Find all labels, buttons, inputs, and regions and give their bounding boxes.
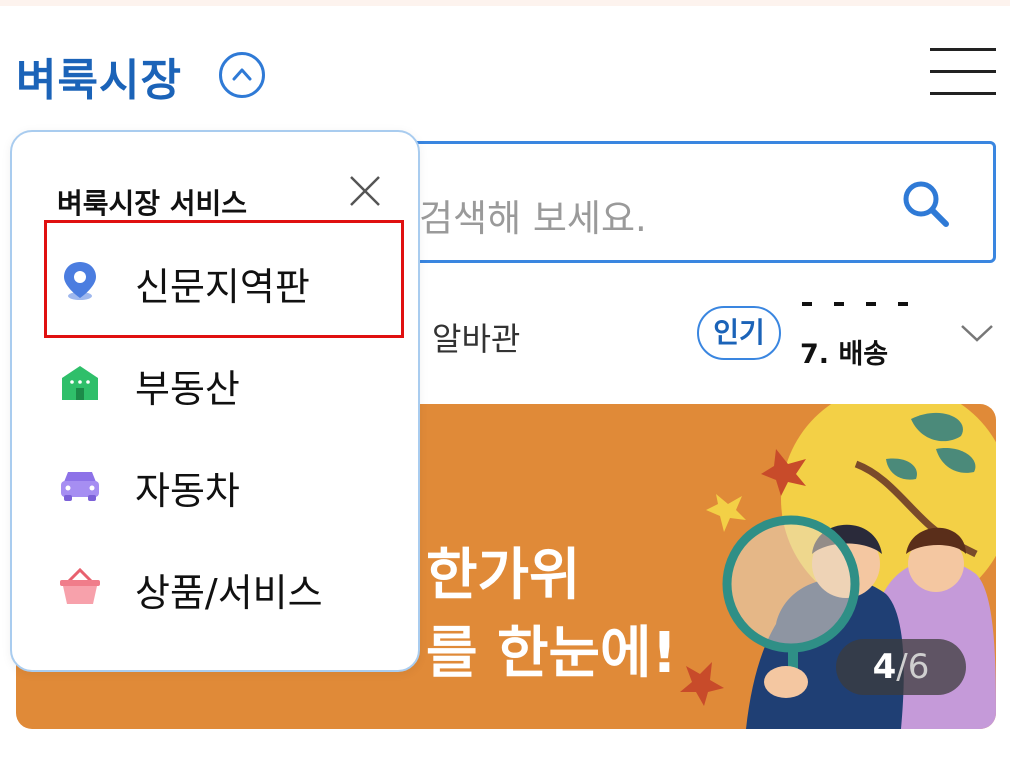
popular-rank-item[interactable]: 7. 배송 [800,332,888,371]
basket-icon [60,567,100,604]
house-icon [62,366,98,400]
service-item-label: 상품/서비스 [135,571,323,615]
service-dropdown: 벼룩시장 서비스 신문지역판 부동산 자동차 상품/서비스 [10,130,420,672]
chevron-down-icon[interactable] [960,322,994,344]
dropdown-title: 벼룩시장 서비스 [57,187,248,220]
close-icon[interactable] [348,174,382,208]
service-item-car[interactable]: 자동차 [42,448,412,520]
banner-pager: 4/6 [836,639,966,695]
search-icon[interactable] [900,178,952,230]
banner-subheadline: 를 한눈에! [426,621,678,686]
selection-highlight [44,220,404,338]
pager-current: 4 [872,647,897,687]
service-item-label: 자동차 [135,469,240,513]
search-placeholder: 검색해 보세요. [419,197,647,240]
brand-logo[interactable]: 벼룩시장 [16,44,182,108]
pager-separator: / [896,647,908,687]
search-input[interactable]: 검색해 보세요. [320,141,996,263]
service-item-real-estate[interactable]: 부동산 [42,346,412,418]
keyword-item[interactable]: 알바관 [432,314,520,360]
pager-total: 6 [907,647,930,687]
rank-scroll-fragment [800,302,920,306]
chevron-up-circle-icon[interactable] [219,52,265,98]
hamburger-menu-icon[interactable] [930,48,996,96]
service-item-label: 부동산 [135,367,240,411]
banner-headline: 한가위 [426,543,581,608]
car-icon [61,472,99,501]
service-item-goods-services[interactable]: 상품/서비스 [42,550,412,622]
top-status-strip [0,0,1010,6]
popular-badge: 인기 [697,306,781,360]
